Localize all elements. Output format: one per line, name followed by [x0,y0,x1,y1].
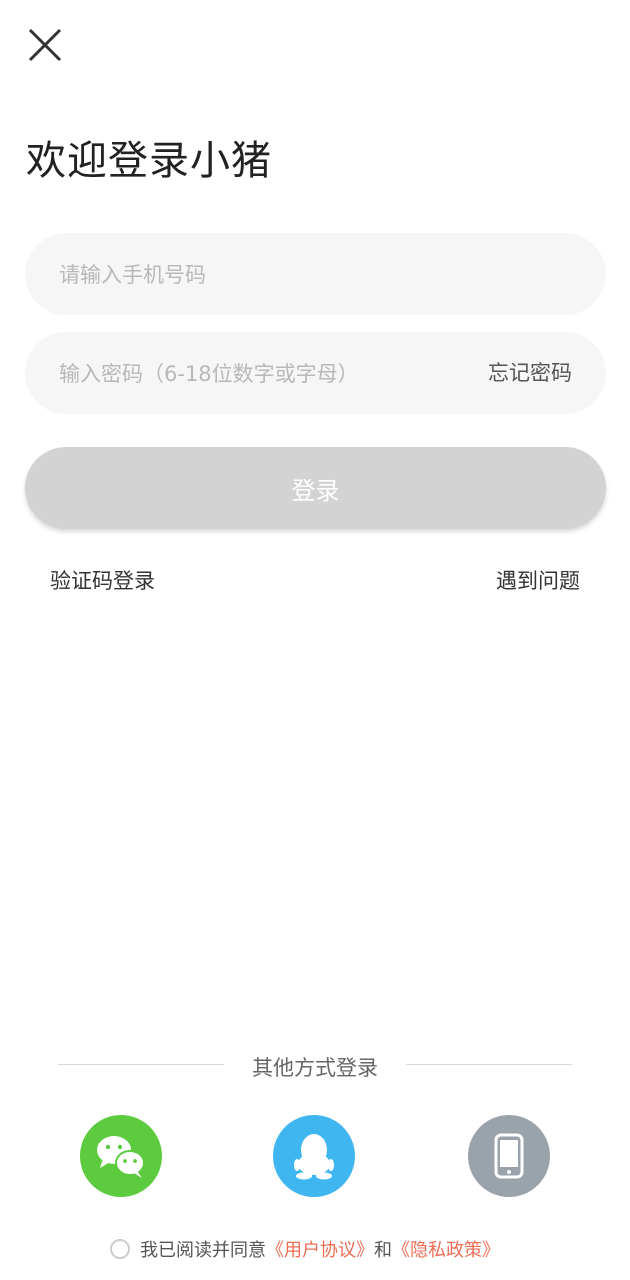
close-button[interactable] [26,26,64,64]
divider-right [406,1064,572,1065]
qq-icon [294,1134,334,1180]
phone-login-button[interactable] [468,1115,550,1197]
phone-field-container [25,233,606,317]
phone-icon [494,1133,524,1179]
user-agreement-link[interactable]: 《用户协议》 [266,1236,374,1262]
help-link[interactable]: 遇到问题 [496,565,580,595]
agree-radio[interactable] [110,1239,130,1259]
password-input[interactable] [57,332,461,416]
forgot-password-link[interactable]: 忘记密码 [488,332,572,414]
login-button[interactable]: 登录 [25,447,606,529]
agreement: 我已阅读并同意 《用户协议》 和 《隐私政策》 [110,1236,500,1262]
page-title: 欢迎登录小猪 [26,138,272,184]
qq-login-button[interactable] [273,1115,355,1197]
password-field-container: 忘记密码 [25,332,606,416]
sms-login-link[interactable]: 验证码登录 [50,565,155,595]
wechat-login-button[interactable] [80,1115,162,1197]
close-icon [28,28,62,62]
wechat-icon [97,1136,145,1178]
agreement-prefix: 我已阅读并同意 [140,1240,266,1261]
other-login-label: 其他方式登录 [252,1056,378,1080]
privacy-policy-link[interactable]: 《隐私政策》 [392,1236,500,1262]
phone-input[interactable] [57,233,581,317]
agreement-and: 和 [374,1240,392,1261]
